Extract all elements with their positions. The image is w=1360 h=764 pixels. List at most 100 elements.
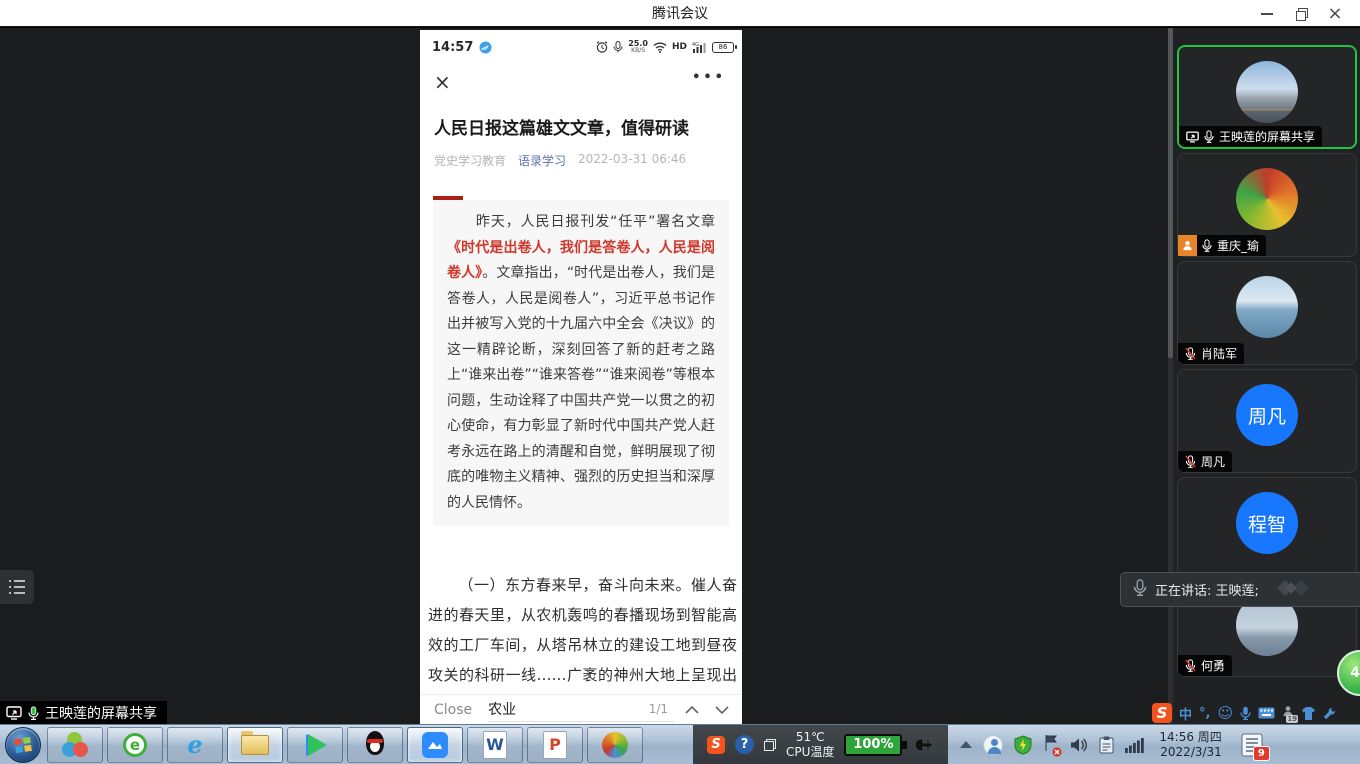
show-hidden-icons[interactable] (960, 741, 972, 748)
sidebar-scrollbar[interactable] (1168, 28, 1173, 724)
taskbar-app-internet-explorer[interactable]: e (167, 727, 223, 763)
notification-area: 14:56 周四 2022/3/31 9 (960, 725, 1264, 764)
find-on-page-bar: Close 农业 1/1 (420, 694, 742, 724)
find-query: 农业 (488, 699, 516, 719)
participant-name: 王映莲的屏幕共享 (1219, 128, 1315, 145)
window-titlebar: 腾讯会议 × (0, 0, 1360, 27)
screen-share-icon (1186, 131, 1199, 143)
keyboard-icon[interactable] (1258, 707, 1275, 719)
find-input[interactable]: 农业 1/1 (488, 698, 674, 722)
participant-tile[interactable]: 肖陆军 (1177, 261, 1357, 365)
battery-icon: 86 (712, 42, 734, 53)
restore-button[interactable] (1284, 0, 1318, 27)
more-menu-icon[interactable]: ••• (692, 70, 726, 85)
volume-icon[interactable] (1070, 737, 1088, 753)
avatar-initials: 周凡 (1236, 384, 1298, 446)
article-nav-bar: × ••• (420, 68, 742, 102)
avatar (1236, 61, 1298, 123)
screen-share-banner-label: 王映莲的屏幕共享 (45, 703, 157, 723)
participant-name: 重庆_瑜 (1217, 237, 1259, 254)
now-speaking-toast: 正在讲话: 王映莲; (1120, 572, 1360, 607)
taskbar-app-green-e-browser[interactable]: e (107, 727, 163, 763)
article-tag-link[interactable]: 语录学习 (518, 152, 566, 169)
participant-tile[interactable]: 周凡 周凡 (1177, 369, 1357, 473)
notes-unread-badge: 9 (1253, 746, 1270, 761)
article-meta: 党史学习教育 语录学习 2022-03-31 06:46 (434, 152, 686, 169)
taskbar-app-file-explorer[interactable] (227, 727, 283, 763)
shared-screen-panel: 14:57 25.0KB/S HD 4G 86 × ••• 人民日报这篇雄文文章… (420, 30, 742, 724)
participant-tile[interactable]: 王映莲的屏幕共享 (1177, 45, 1357, 149)
article-date: 2022-03-31 06:46 (578, 152, 686, 169)
ime-mode-chinese[interactable]: 中 (1179, 704, 1192, 723)
find-next-icon[interactable] (714, 705, 730, 715)
windows-taskbar: e e W P S ? 51℃CPU温度 100% (0, 724, 1360, 764)
action-center-flag-icon[interactable] (1043, 734, 1059, 756)
help-icon[interactable]: ? (735, 735, 754, 754)
article-quote-block: 昨天，人民日报刊发“任平”署名文章《时代是出卷人，我们是答卷人，人民是阅卷人》。… (433, 200, 729, 526)
participant-name: 何勇 (1201, 657, 1225, 674)
avatar-initials: 程智 (1236, 492, 1298, 554)
voice-input-icon[interactable] (1240, 706, 1251, 720)
article-close-icon[interactable]: × (434, 70, 451, 94)
alarm-icon (596, 41, 608, 53)
taskbar-app-qq[interactable] (347, 727, 403, 763)
mic-on-icon (1202, 239, 1212, 252)
power-plug-icon (912, 736, 934, 754)
sogou-ime-toolbar: S 中 °, ☺ 19 (1152, 702, 1360, 724)
user-tray-icon[interactable] (983, 735, 1003, 755)
skin-tshirt-icon[interactable] (1301, 707, 1316, 720)
sogou-tray-icon[interactable]: S (707, 736, 725, 754)
mic-active-icon (28, 706, 39, 720)
avatar (1236, 168, 1298, 230)
member-list-toggle-icon[interactable] (0, 570, 34, 604)
participant-tile[interactable]: 程智 (1177, 477, 1357, 581)
security-shield-icon[interactable] (1014, 735, 1032, 755)
participant-name: 周凡 (1201, 453, 1225, 470)
sogou-account-icon[interactable]: 19 (1282, 705, 1294, 721)
close-button[interactable]: × (1318, 0, 1352, 27)
taskbar-app-tencent-video[interactable] (287, 727, 343, 763)
taskbar-app-tencent-meeting[interactable] (407, 727, 463, 763)
article-tag: 党史学习教育 (434, 152, 506, 169)
member-badge-icon (1178, 235, 1197, 256)
battery-widget[interactable]: 100% (844, 734, 902, 756)
ime-punctuation-icon[interactable]: °, (1199, 706, 1210, 721)
screen-share-icon (6, 706, 22, 720)
emoji-icon[interactable]: ☺ (1217, 704, 1233, 722)
tray-clock[interactable]: 14:56 周四 2022/3/31 (1159, 730, 1221, 760)
weather-icon (479, 41, 492, 54)
taskbar-app-game[interactable] (587, 727, 643, 763)
screen-share-banner: 王映莲的屏幕共享 (0, 701, 167, 724)
find-prev-icon[interactable] (684, 705, 700, 715)
find-close-button[interactable]: Close (434, 702, 472, 718)
network-signal-icon[interactable] (1125, 737, 1144, 753)
taskbar-app-word[interactable]: W (467, 727, 523, 763)
mic-muted-icon (1185, 347, 1196, 360)
phone-status-bar: 14:57 25.0KB/S HD 4G 86 (432, 36, 734, 58)
settings-wrench-icon[interactable] (1323, 707, 1336, 720)
window-title: 腾讯会议 (652, 3, 708, 23)
avatar (1236, 276, 1298, 338)
cell-signal-icon: 4G (692, 41, 707, 53)
now-speaking-text: 正在讲话: 王映莲; (1155, 580, 1259, 599)
participant-name: 肖陆军 (1201, 345, 1237, 362)
taskbar-app-powerpoint[interactable]: P (527, 727, 583, 763)
participant-tile[interactable]: 重庆_瑜 (1177, 153, 1357, 257)
window-expand-icon[interactable] (764, 739, 776, 751)
meeting-logo-watermark (1269, 577, 1329, 603)
minimize-button[interactable] (1250, 0, 1284, 27)
network-speed: 25.0KB/S (628, 40, 648, 54)
notes-tray-icon[interactable]: 9 (1239, 732, 1265, 758)
mic-muted-icon (1185, 455, 1196, 468)
cpu-temp-widget[interactable]: 51℃CPU温度 (786, 730, 834, 760)
participants-sidebar: 王映莲的屏幕共享 重庆_瑜 肖陆军 周凡 周凡 (1168, 28, 1360, 724)
clipboard-tray-icon[interactable] (1099, 736, 1114, 754)
mic-status-icon (613, 41, 623, 53)
sogou-logo-icon[interactable]: S (1152, 703, 1172, 723)
phone-clock: 14:57 (432, 40, 473, 55)
clock-time: 14:56 周四 (1159, 730, 1221, 745)
start-button[interactable] (5, 727, 41, 763)
wifi-icon (653, 42, 667, 53)
mic-icon (1133, 579, 1147, 596)
taskbar-app-pinwheel-suite[interactable] (47, 727, 103, 763)
